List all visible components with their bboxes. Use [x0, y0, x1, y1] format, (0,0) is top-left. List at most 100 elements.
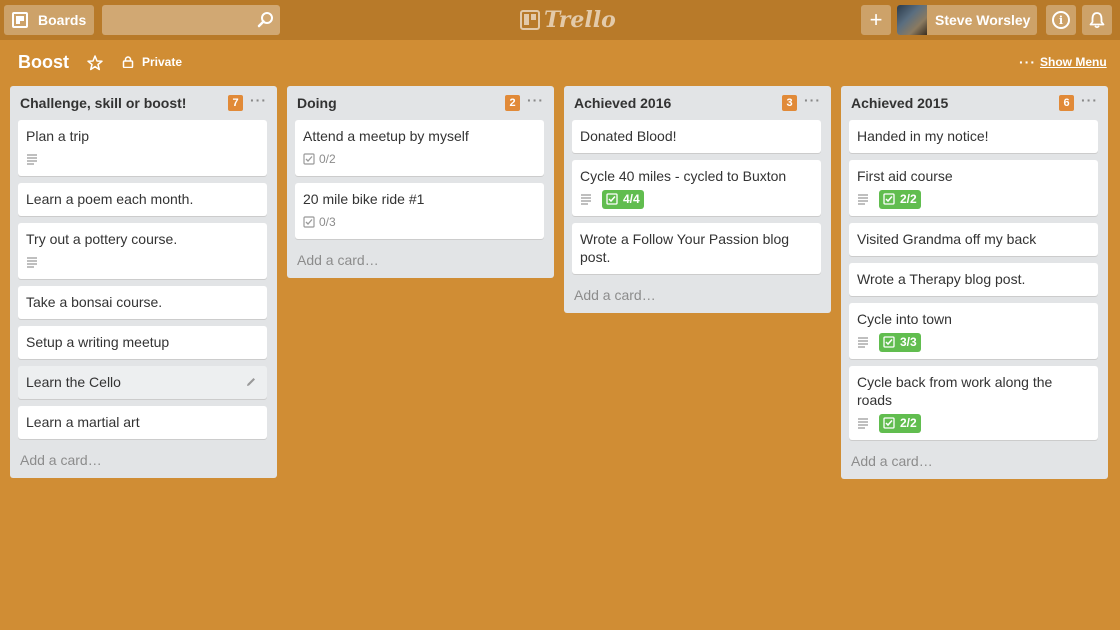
- checklist-complete-badge: 2/2: [879, 189, 921, 209]
- checklist-icon: [606, 193, 618, 205]
- card-count-badge: 6: [1059, 95, 1074, 111]
- board-title[interactable]: Boost: [18, 52, 69, 73]
- description-icon: [581, 194, 591, 205]
- list-doing: Doing 2 ··· Attend a meetup by myself 0/…: [287, 86, 554, 278]
- checklist-progress: 0/2: [319, 152, 336, 166]
- checklist-progress: 0/3: [319, 215, 336, 229]
- checklist-progress: 2/2: [900, 416, 917, 430]
- list-menu-icon[interactable]: ···: [250, 92, 267, 108]
- list-challenge: Challenge, skill or boost! 7 ··· Plan a …: [10, 86, 277, 478]
- show-menu-link[interactable]: Show Menu: [1040, 55, 1107, 69]
- card[interactable]: Visited Grandma off my back: [849, 223, 1098, 256]
- add-button[interactable]: +: [861, 5, 891, 35]
- star-icon[interactable]: [86, 54, 104, 72]
- description-icon: [858, 418, 868, 429]
- card-title: Take a bonsai course.: [26, 294, 163, 310]
- boards-button[interactable]: Boards: [4, 5, 94, 35]
- card[interactable]: Cycle 40 miles - cycled to Buxton 4/4: [572, 160, 821, 216]
- list-header[interactable]: Doing 2 ···: [295, 86, 544, 120]
- checklist-icon: [883, 417, 895, 429]
- notifications-button[interactable]: [1082, 5, 1112, 35]
- card-title: Try out a pottery course.: [26, 231, 178, 247]
- card-title: Donated Blood!: [580, 128, 677, 144]
- checklist-icon: [303, 153, 315, 165]
- list-title[interactable]: Doing: [297, 95, 337, 111]
- card-count-badge: 3: [782, 95, 797, 111]
- card[interactable]: Take a bonsai course.: [18, 286, 267, 319]
- user-menu-button[interactable]: Steve Worsley: [897, 5, 1037, 35]
- add-card-link[interactable]: Add a card…: [295, 246, 544, 270]
- list-header[interactable]: Challenge, skill or boost! 7 ···: [18, 86, 267, 120]
- list-menu-icon[interactable]: ···: [1081, 92, 1098, 108]
- card[interactable]: Wrote a Follow Your Passion blog post.: [572, 223, 821, 274]
- card[interactable]: Cycle back from work along the roads 2/2: [849, 366, 1098, 440]
- list-header[interactable]: Achieved 2015 6 ···: [849, 86, 1098, 120]
- list-achieved-2015: Achieved 2015 6 ··· Handed in my notice!…: [841, 86, 1108, 479]
- card-title: Plan a trip: [26, 128, 90, 144]
- list-achieved-2016: Achieved 2016 3 ··· Donated Blood! Cycle…: [564, 86, 831, 313]
- lock-icon: [122, 56, 134, 68]
- visibility-label: Private: [142, 55, 183, 69]
- info-icon: i: [1052, 11, 1070, 29]
- card-title: Cycle into town: [857, 311, 952, 327]
- card[interactable]: Handed in my notice!: [849, 120, 1098, 153]
- search-input[interactable]: [102, 5, 280, 35]
- pencil-icon[interactable]: [245, 376, 257, 388]
- description-icon: [27, 154, 37, 165]
- card-count-badge: 2: [505, 95, 520, 111]
- card-title: Setup a writing meetup: [26, 334, 170, 350]
- list-menu-icon[interactable]: ···: [527, 92, 544, 108]
- card[interactable]: Learn the Cello: [18, 366, 267, 399]
- description-icon: [858, 337, 868, 348]
- card[interactable]: Donated Blood!: [572, 120, 821, 153]
- checklist-icon: [883, 336, 895, 348]
- card[interactable]: Try out a pottery course.: [18, 223, 267, 279]
- checklist-complete-badge: 4/4: [602, 189, 644, 209]
- add-card-link[interactable]: Add a card…: [18, 446, 267, 470]
- description-icon: [858, 194, 868, 205]
- card[interactable]: Learn a poem each month.: [18, 183, 267, 216]
- trello-logo[interactable]: Trello: [520, 6, 616, 34]
- card-title: 20 mile bike ride #1: [303, 191, 425, 207]
- description-icon: [27, 257, 37, 268]
- list-menu-icon[interactable]: ···: [804, 92, 821, 108]
- card-title: Learn the Cello: [26, 374, 121, 390]
- card-title: Visited Grandma off my back: [857, 231, 1037, 247]
- visibility-button[interactable]: Private: [122, 55, 182, 69]
- menu-dots-icon[interactable]: ···: [1019, 54, 1036, 70]
- card-title: Wrote a Therapy blog post.: [857, 271, 1026, 287]
- card-title: Attend a meetup by myself: [303, 128, 469, 144]
- list-title[interactable]: Achieved 2016: [574, 95, 671, 111]
- checklist-progress: 4/4: [623, 192, 640, 206]
- card-title: First aid course: [857, 168, 953, 184]
- top-header: Boards Trello + Steve Worsley i: [0, 0, 1120, 40]
- checklist-progress: 3/3: [900, 335, 917, 349]
- card-title: Handed in my notice!: [857, 128, 989, 144]
- card[interactable]: Cycle into town 3/3: [849, 303, 1098, 359]
- list-title[interactable]: Achieved 2015: [851, 95, 948, 111]
- list-header[interactable]: Achieved 2016 3 ···: [572, 86, 821, 120]
- add-card-link[interactable]: Add a card…: [849, 447, 1098, 471]
- avatar: [897, 5, 927, 35]
- list-title[interactable]: Challenge, skill or boost!: [20, 95, 186, 111]
- bell-icon: [1089, 12, 1105, 29]
- card[interactable]: Plan a trip: [18, 120, 267, 176]
- card[interactable]: Learn a martial art: [18, 406, 267, 439]
- add-card-link[interactable]: Add a card…: [572, 281, 821, 305]
- card[interactable]: Setup a writing meetup: [18, 326, 267, 359]
- search-icon[interactable]: [257, 11, 275, 29]
- card-title: Wrote a Follow Your Passion blog post.: [580, 231, 790, 265]
- info-button[interactable]: i: [1046, 5, 1076, 35]
- card[interactable]: Attend a meetup by myself 0/2: [295, 120, 544, 176]
- checklist-complete-badge: 2/2: [879, 413, 921, 433]
- card[interactable]: First aid course 2/2: [849, 160, 1098, 216]
- checklist-icon: [883, 193, 895, 205]
- boards-label: Boards: [38, 12, 87, 28]
- checklist-icon: [303, 216, 315, 228]
- card-title: Learn a poem each month.: [26, 191, 194, 207]
- card[interactable]: Wrote a Therapy blog post.: [849, 263, 1098, 296]
- card[interactable]: 20 mile bike ride #1 0/3: [295, 183, 544, 239]
- user-name: Steve Worsley: [935, 12, 1031, 28]
- plus-icon: +: [869, 7, 883, 32]
- logo-text: Trello: [544, 7, 616, 33]
